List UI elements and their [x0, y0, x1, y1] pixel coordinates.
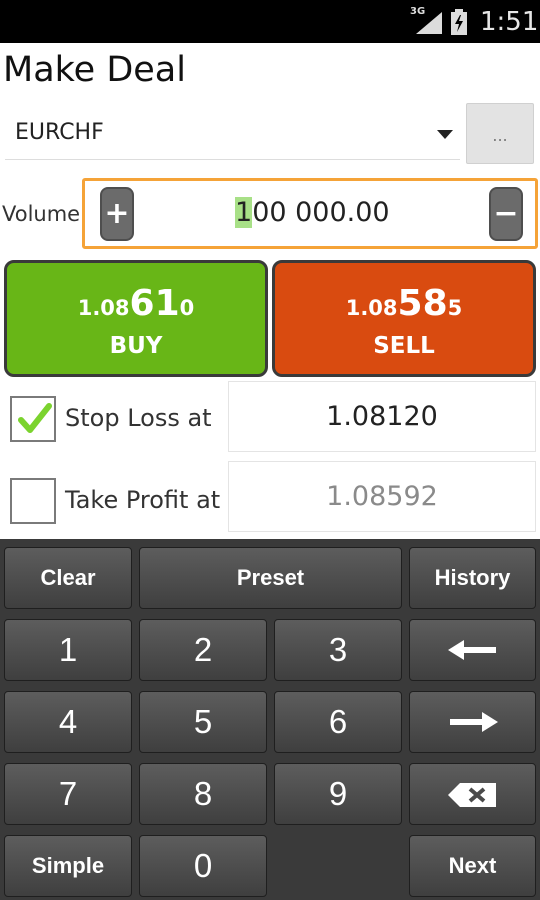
- volume-field[interactable]: + 100 000.00 −: [82, 178, 538, 249]
- take-profit-label: Take Profit at: [65, 486, 221, 514]
- digit-key-3[interactable]: 3: [274, 619, 402, 681]
- volume-value[interactable]: 100 000.00: [235, 197, 390, 228]
- digit-key-6[interactable]: 6: [274, 691, 402, 753]
- volume-value-rest: 00 000.00: [252, 197, 390, 228]
- buy-button[interactable]: 1.08610 BUY: [4, 260, 268, 377]
- digit-key-0[interactable]: 0: [139, 835, 267, 897]
- sell-label: SELL: [373, 333, 435, 359]
- dropdown-caret-icon: [437, 130, 453, 139]
- sell-price-fraction: 5: [447, 296, 463, 320]
- status-bar: 3G 1:51: [0, 0, 540, 43]
- digit-key-8[interactable]: 8: [139, 763, 267, 825]
- cursor-right-key[interactable]: [409, 691, 536, 753]
- digit-key-4[interactable]: 4: [4, 691, 132, 753]
- checkmark-icon: [18, 403, 52, 433]
- buy-label: BUY: [109, 333, 163, 359]
- symbol-value: EURCHF: [15, 120, 104, 145]
- cursor-left-key[interactable]: [409, 619, 536, 681]
- stop-loss-input[interactable]: 1.08120: [228, 381, 536, 452]
- more-symbols-button[interactable]: ...: [466, 103, 534, 164]
- buy-price-pips: 61: [129, 283, 180, 324]
- buy-price-fraction: 0: [179, 296, 195, 320]
- sell-price-prefix: 1.08: [345, 296, 398, 320]
- take-profit-checkbox[interactable]: [10, 478, 56, 524]
- arrow-left-icon: [447, 640, 496, 660]
- digit-key-7[interactable]: 7: [4, 763, 132, 825]
- history-key[interactable]: History: [409, 547, 536, 609]
- buy-price: 1.08610: [7, 283, 265, 324]
- buy-price-prefix: 1.08: [77, 296, 130, 320]
- battery-icon: [451, 9, 467, 35]
- preset-key[interactable]: Preset: [139, 547, 402, 609]
- page-title: Make Deal: [3, 50, 186, 90]
- simple-key[interactable]: Simple: [4, 835, 132, 897]
- digit-key-5[interactable]: 5: [139, 691, 267, 753]
- sell-price: 1.08585: [275, 283, 533, 324]
- next-key[interactable]: Next: [409, 835, 536, 897]
- stop-loss-checkbox[interactable]: [10, 396, 56, 442]
- stop-loss-label: Stop Loss at: [65, 404, 212, 432]
- digit-key-1[interactable]: 1: [4, 619, 132, 681]
- clock: 1:51: [480, 7, 539, 37]
- symbol-spinner[interactable]: EURCHF: [5, 108, 460, 160]
- volume-decrease-button[interactable]: −: [489, 187, 523, 241]
- signal-icon: [416, 12, 442, 34]
- take-profit-input[interactable]: 1.08592: [228, 461, 536, 532]
- sell-price-pips: 58: [397, 283, 448, 324]
- backspace-icon: [447, 783, 496, 807]
- volume-cursor-highlight: 1: [235, 197, 253, 228]
- numeric-keyboard: Clear Preset History 1 2 3 4 5 6 7 8 9 S…: [0, 539, 540, 900]
- spinner-underline: [5, 159, 460, 160]
- volume-increase-button[interactable]: +: [100, 187, 134, 241]
- digit-key-9[interactable]: 9: [274, 763, 402, 825]
- sell-button[interactable]: 1.08585 SELL: [272, 260, 536, 377]
- clear-key[interactable]: Clear: [4, 547, 132, 609]
- digit-key-2[interactable]: 2: [139, 619, 267, 681]
- backspace-key[interactable]: [409, 763, 536, 825]
- arrow-right-icon: [449, 712, 498, 732]
- volume-label: Volume: [2, 202, 81, 226]
